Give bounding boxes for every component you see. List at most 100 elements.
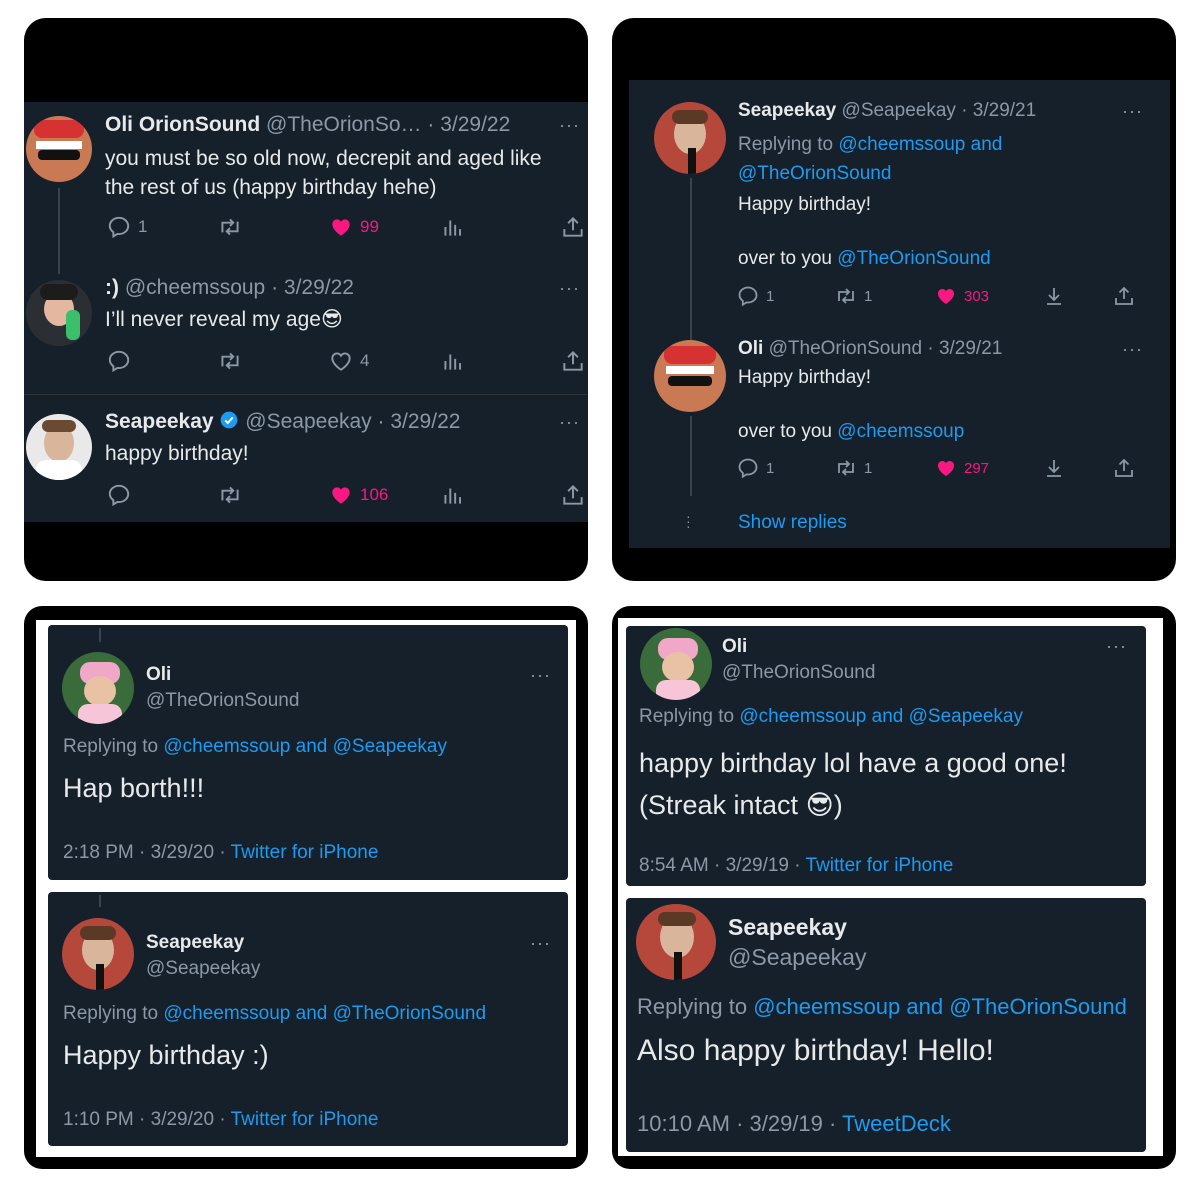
source-link[interactable]: Twitter for iPhone — [231, 1109, 379, 1130]
tweet-text: Hap borth!!! — [63, 773, 205, 803]
mention-link[interactable]: @cheemssoup and @TheOrionSound — [753, 994, 1127, 1019]
download-button[interactable] — [1042, 456, 1066, 480]
avatar-oli[interactable] — [640, 628, 712, 700]
reply-button[interactable] — [106, 348, 132, 374]
retweet-button[interactable] — [217, 482, 243, 508]
like-button[interactable]: 4 — [328, 348, 369, 374]
thread-line — [99, 895, 101, 907]
display-name[interactable]: Seapeekay — [728, 914, 847, 941]
more-icon[interactable]: ··· — [559, 412, 580, 433]
source-link[interactable]: Twitter for iPhone — [806, 855, 954, 876]
display-name[interactable]: Oli — [722, 636, 747, 658]
display-name[interactable]: Seapeekay — [105, 410, 214, 433]
reply-button[interactable]: 1 — [736, 284, 774, 308]
screenshot-panel-4: Oli @TheOrionSound ··· Replying to @chee… — [612, 606, 1176, 1169]
tweet-text-line: happy birthday lol have a good one! — [639, 748, 1067, 778]
timestamp[interactable]: · 3/29/21 — [927, 338, 1002, 359]
handle[interactable]: @Seapeekay — [728, 944, 866, 971]
display-name[interactable]: Oli OrionSound — [105, 113, 260, 136]
display-name[interactable]: Oli — [146, 664, 171, 686]
tweet-text-content: ) — [833, 790, 843, 820]
avatar-seapeekay[interactable] — [654, 102, 726, 174]
more-icon[interactable]: ··· — [530, 665, 551, 686]
thread-dots-icon: · · · — [686, 508, 691, 534]
like-button[interactable]: 99 — [328, 214, 379, 240]
views-button[interactable] — [440, 348, 466, 374]
mention-link[interactable]: @cheemssoup and @TheOrionSound — [163, 1003, 486, 1024]
reply-count: 1 — [138, 217, 148, 236]
reply-count: 1 — [766, 459, 775, 477]
avatar-oli[interactable] — [62, 652, 134, 724]
timestamp[interactable]: · 3/29/22 — [427, 113, 510, 136]
reply-count: 1 — [766, 287, 775, 305]
retweet-icon — [834, 284, 858, 308]
timestamp[interactable]: 1:10 PM · 3/29/20 · — [63, 1109, 226, 1130]
like-button[interactable]: 303 — [934, 284, 989, 308]
handle[interactable]: @cheemssoup — [125, 276, 265, 299]
like-button[interactable]: 106 — [328, 482, 388, 508]
handle[interactable]: @TheOrionSo… — [266, 113, 422, 136]
download-button[interactable] — [1042, 284, 1066, 308]
avatar-oli[interactable] — [26, 116, 92, 182]
handle[interactable]: @Seapeekay — [245, 410, 371, 433]
timestamp[interactable]: 10:10 AM · 3/29/19 · — [637, 1111, 836, 1136]
more-icon[interactable]: ··· — [1122, 101, 1143, 122]
mention-link[interactable]: @TheOrionSound — [738, 163, 891, 184]
views-button[interactable] — [440, 214, 466, 240]
replying-to: Replying to @cheemssoup and @Seapeekay — [63, 736, 447, 758]
source-link[interactable]: Twitter for iPhone — [231, 842, 379, 863]
handle[interactable]: @Seapeekay — [842, 100, 956, 121]
share-button[interactable] — [560, 482, 586, 508]
retweet-button[interactable]: 1 — [834, 284, 872, 308]
display-name[interactable]: Seapeekay — [146, 932, 244, 954]
handle[interactable]: @TheOrionSound — [146, 690, 299, 712]
replying-prefix: Replying to — [63, 736, 159, 757]
avatar-seapeekay[interactable] — [62, 918, 134, 990]
mention-link[interactable]: @cheemssoup and — [838, 134, 1002, 155]
more-icon[interactable]: ··· — [559, 278, 580, 299]
retweet-button[interactable]: 1 — [834, 456, 872, 480]
mention-link[interactable]: @cheemssoup and @Seapeekay — [163, 736, 447, 757]
timestamp[interactable]: 2:18 PM · 3/29/20 · — [63, 842, 226, 863]
like-button[interactable]: 297 — [934, 456, 989, 480]
download-icon — [1042, 284, 1066, 308]
display-name[interactable]: Oli — [738, 338, 763, 359]
handle[interactable]: @Seapeekay — [146, 958, 260, 980]
more-icon[interactable]: ··· — [559, 115, 580, 136]
views-button[interactable] — [440, 482, 466, 508]
more-icon[interactable]: ··· — [1106, 636, 1127, 657]
reply-button[interactable] — [106, 482, 132, 508]
reply-icon — [106, 214, 132, 240]
reply-button[interactable]: 1 — [736, 456, 774, 480]
avatar-cheemssoup[interactable] — [26, 280, 92, 346]
reply-icon — [106, 482, 132, 508]
mention-link[interactable]: @cheemssoup — [837, 421, 964, 442]
mention-link[interactable]: @TheOrionSound — [837, 248, 990, 269]
tweet-meta: 1:10 PM · 3/29/20 · Twitter for iPhone — [63, 1109, 378, 1131]
more-icon[interactable]: ··· — [530, 933, 551, 954]
avatar-seapeekay[interactable] — [26, 414, 92, 480]
display-name[interactable]: :) — [105, 276, 119, 299]
share-button[interactable] — [1112, 284, 1136, 308]
more-icon[interactable]: ··· — [1122, 339, 1143, 360]
handle[interactable]: @TheOrionSound — [769, 338, 922, 359]
handle[interactable]: @TheOrionSound — [722, 662, 875, 684]
retweet-button[interactable] — [217, 214, 243, 240]
timestamp[interactable]: · 3/29/22 — [271, 276, 354, 299]
mention-link[interactable]: @cheemssoup and @Seapeekay — [739, 706, 1023, 727]
timestamp[interactable]: 8:54 AM · 3/29/19 · — [639, 855, 801, 876]
display-name[interactable]: Seapeekay — [738, 100, 836, 121]
show-replies-link[interactable]: Show replies — [738, 512, 847, 534]
avatar-oli[interactable] — [654, 340, 726, 412]
share-button[interactable] — [560, 348, 586, 374]
retweet-button[interactable] — [217, 348, 243, 374]
share-button[interactable] — [560, 214, 586, 240]
share-button[interactable] — [1112, 456, 1136, 480]
timestamp[interactable]: · 3/29/22 — [378, 410, 461, 433]
reply-button[interactable]: 1 — [106, 214, 147, 240]
source-link[interactable]: TweetDeck — [842, 1111, 951, 1136]
retweet-icon — [217, 214, 243, 240]
timestamp[interactable]: · 3/29/21 — [961, 100, 1036, 121]
retweet-icon — [834, 456, 858, 480]
avatar-seapeekay[interactable] — [636, 904, 716, 980]
